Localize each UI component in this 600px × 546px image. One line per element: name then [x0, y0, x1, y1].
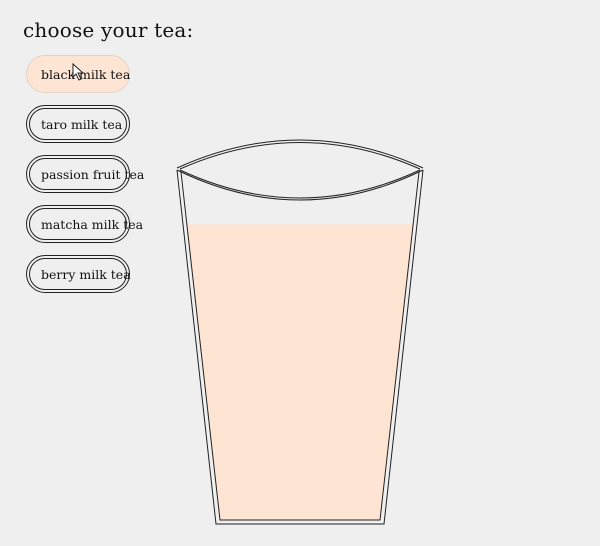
mouse-pointer-icon	[72, 63, 85, 81]
glass-rim-top	[176, 139, 424, 169]
glass-rim-top-inner	[179, 142, 421, 170]
glass-rim-bottom-inner	[179, 169, 421, 199]
glass-rim-bottom	[176, 169, 424, 201]
milk-tea-glass	[176, 139, 424, 525]
tea-fill	[186, 224, 414, 520]
